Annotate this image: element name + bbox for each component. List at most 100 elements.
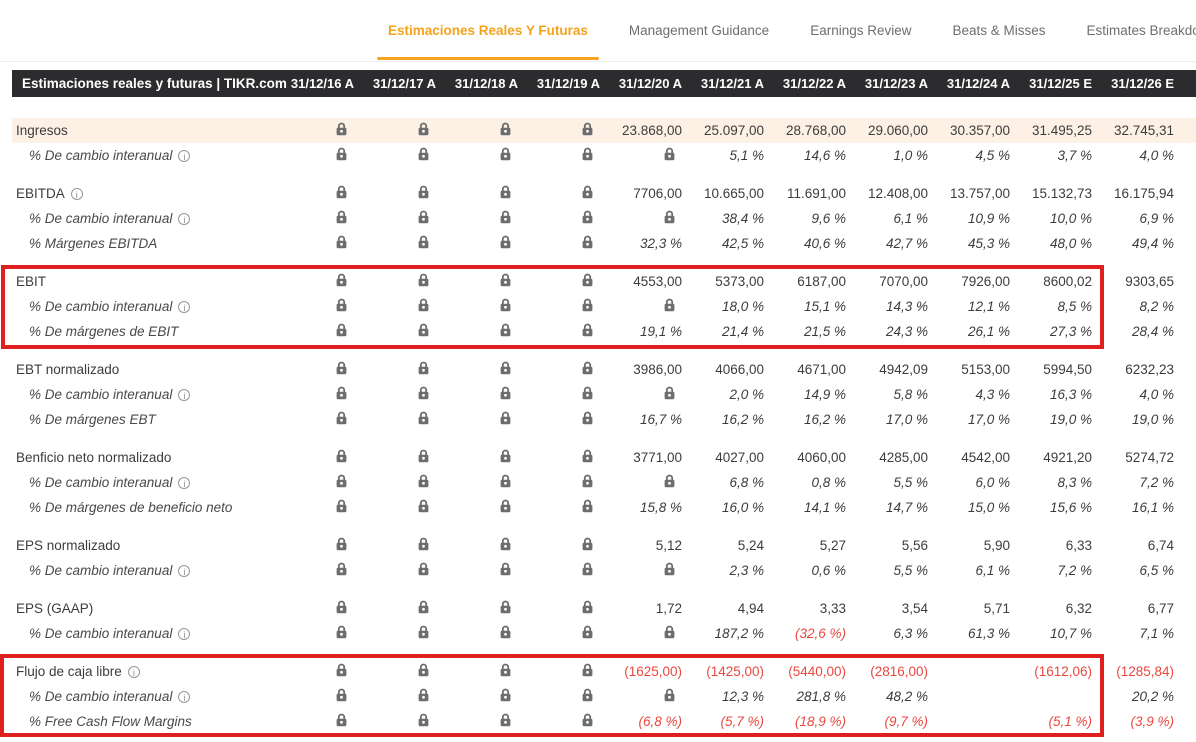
lock-icon[interactable] [417, 122, 430, 136]
lock-icon[interactable] [417, 600, 430, 614]
lock-icon[interactable] [499, 411, 512, 425]
lock-icon[interactable] [499, 273, 512, 287]
lock-icon[interactable] [417, 361, 430, 375]
lock-icon[interactable] [499, 562, 512, 576]
lock-icon[interactable] [581, 361, 594, 375]
info-icon[interactable]: i [178, 691, 190, 703]
lock-icon[interactable] [417, 449, 430, 463]
lock-icon[interactable] [581, 663, 594, 677]
lock-icon[interactable] [581, 688, 594, 702]
lock-icon[interactable] [335, 147, 348, 161]
lock-icon[interactable] [499, 235, 512, 249]
lock-icon[interactable] [581, 210, 594, 224]
lock-icon[interactable] [499, 688, 512, 702]
lock-icon[interactable] [417, 210, 430, 224]
lock-icon[interactable] [417, 235, 430, 249]
lock-icon[interactable] [499, 663, 512, 677]
lock-icon[interactable] [581, 273, 594, 287]
lock-icon[interactable] [581, 600, 594, 614]
lock-icon[interactable] [663, 147, 676, 161]
lock-icon[interactable] [581, 499, 594, 513]
lock-icon[interactable] [499, 449, 512, 463]
lock-icon[interactable] [417, 713, 430, 727]
lock-icon[interactable] [499, 600, 512, 614]
tab-estimaciones[interactable]: Estimaciones Reales Y Futuras [377, 0, 599, 60]
lock-icon[interactable] [417, 663, 430, 677]
lock-icon[interactable] [499, 298, 512, 312]
info-icon[interactable]: i [178, 150, 190, 162]
lock-icon[interactable] [335, 210, 348, 224]
lock-icon[interactable] [417, 688, 430, 702]
lock-icon[interactable] [335, 235, 348, 249]
lock-icon[interactable] [417, 323, 430, 337]
lock-icon[interactable] [581, 147, 594, 161]
lock-icon[interactable] [581, 474, 594, 488]
info-icon[interactable]: i [178, 389, 190, 401]
lock-icon[interactable] [417, 386, 430, 400]
lock-icon[interactable] [581, 537, 594, 551]
lock-icon[interactable] [335, 323, 348, 337]
lock-icon[interactable] [499, 122, 512, 136]
lock-icon[interactable] [499, 713, 512, 727]
lock-icon[interactable] [581, 562, 594, 576]
lock-icon[interactable] [581, 235, 594, 249]
lock-icon[interactable] [335, 449, 348, 463]
lock-icon[interactable] [663, 386, 676, 400]
lock-icon[interactable] [335, 663, 348, 677]
lock-icon[interactable] [335, 185, 348, 199]
lock-icon[interactable] [581, 185, 594, 199]
info-icon[interactable]: i [71, 188, 83, 200]
lock-icon[interactable] [335, 625, 348, 639]
lock-icon[interactable] [499, 625, 512, 639]
lock-icon[interactable] [417, 625, 430, 639]
lock-icon[interactable] [417, 537, 430, 551]
lock-icon[interactable] [335, 474, 348, 488]
lock-icon[interactable] [499, 185, 512, 199]
lock-icon[interactable] [335, 688, 348, 702]
lock-icon[interactable] [663, 688, 676, 702]
lock-icon[interactable] [581, 411, 594, 425]
lock-icon[interactable] [335, 537, 348, 551]
lock-icon[interactable] [663, 625, 676, 639]
lock-icon[interactable] [417, 562, 430, 576]
tab-beats-misses[interactable]: Beats & Misses [941, 0, 1056, 60]
info-icon[interactable]: i [178, 565, 190, 577]
lock-icon[interactable] [663, 562, 676, 576]
info-icon[interactable]: i [178, 628, 190, 640]
lock-icon[interactable] [335, 411, 348, 425]
lock-icon[interactable] [417, 411, 430, 425]
lock-icon[interactable] [335, 386, 348, 400]
lock-icon[interactable] [581, 298, 594, 312]
lock-icon[interactable] [417, 147, 430, 161]
lock-icon[interactable] [499, 147, 512, 161]
info-icon[interactable]: i [128, 666, 140, 678]
tab-earnings-review[interactable]: Earnings Review [799, 0, 922, 60]
lock-icon[interactable] [335, 562, 348, 576]
lock-icon[interactable] [581, 323, 594, 337]
lock-icon[interactable] [417, 273, 430, 287]
lock-icon[interactable] [499, 210, 512, 224]
lock-icon[interactable] [335, 600, 348, 614]
lock-icon[interactable] [335, 499, 348, 513]
lock-icon[interactable] [581, 386, 594, 400]
lock-icon[interactable] [581, 625, 594, 639]
info-icon[interactable]: i [178, 301, 190, 313]
lock-icon[interactable] [581, 713, 594, 727]
lock-icon[interactable] [499, 474, 512, 488]
lock-icon[interactable] [581, 449, 594, 463]
lock-icon[interactable] [417, 474, 430, 488]
lock-icon[interactable] [581, 122, 594, 136]
tab-management-guidance[interactable]: Management Guidance [618, 0, 780, 60]
lock-icon[interactable] [417, 499, 430, 513]
lock-icon[interactable] [663, 210, 676, 224]
lock-icon[interactable] [335, 273, 348, 287]
lock-icon[interactable] [335, 361, 348, 375]
lock-icon[interactable] [335, 298, 348, 312]
tab-estimates-breakdown[interactable]: Estimates Breakdown [1076, 0, 1196, 60]
lock-icon[interactable] [417, 185, 430, 199]
lock-icon[interactable] [335, 713, 348, 727]
info-icon[interactable]: i [178, 477, 190, 489]
lock-icon[interactable] [335, 122, 348, 136]
lock-icon[interactable] [417, 298, 430, 312]
lock-icon[interactable] [663, 474, 676, 488]
